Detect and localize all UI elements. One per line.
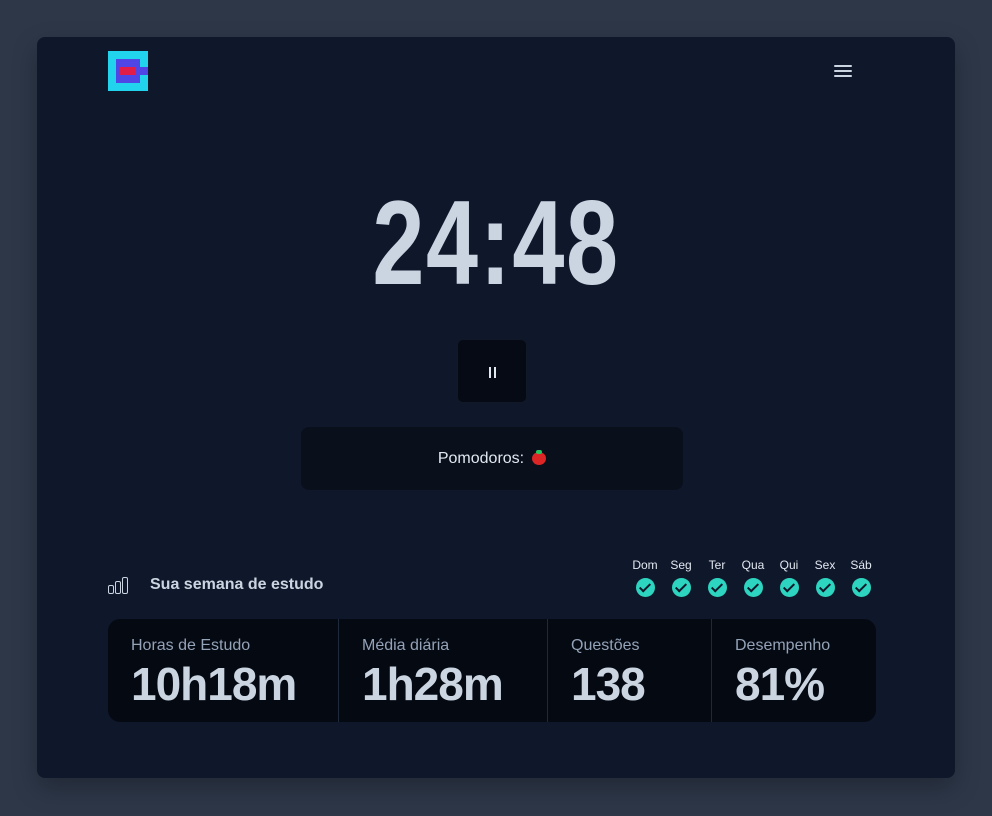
- day-sat: Sáb: [843, 557, 879, 597]
- check-circle-icon: [671, 578, 691, 597]
- day-label: Dom: [632, 558, 658, 572]
- check-circle-icon: [851, 578, 871, 597]
- stat-label: Desempenho: [735, 637, 831, 654]
- stats-panel: Horas de Estudo 10h18m Média diária 1h28…: [108, 619, 876, 722]
- pomodoro-label: Pomodoros:: [437, 449, 525, 467]
- week-header: Sua semana de estudo: [108, 573, 323, 597]
- menu-line: [834, 75, 852, 77]
- menu-line: [834, 70, 852, 72]
- pomodoro-counter: Pomodoros:: [301, 427, 683, 490]
- stat-label: Média diária: [362, 637, 450, 654]
- stat-value: 1h28m: [362, 658, 504, 710]
- day-sun: Dom: [627, 557, 663, 597]
- day-label: Qui: [779, 558, 799, 572]
- stat-value: 138: [571, 658, 646, 710]
- timer-display: 24:48: [372, 176, 620, 310]
- week-title: Sua semana de estudo: [150, 576, 324, 593]
- stat-performance: Desempenho 81%: [712, 619, 876, 722]
- day-tue: Ter: [699, 557, 735, 597]
- stat-label: Questões: [571, 637, 640, 654]
- check-circle-icon: [779, 578, 799, 597]
- day-label: Sáb: [850, 558, 872, 572]
- week-days: Dom Seg Ter Qua Qui Sex Sáb: [627, 557, 879, 597]
- stat-value: 10h18m: [131, 658, 297, 710]
- day-fri: Sex: [807, 557, 843, 597]
- day-mon: Seg: [663, 557, 699, 597]
- check-circle-icon: [635, 578, 655, 597]
- day-wed: Qua: [735, 557, 771, 597]
- check-circle-icon: [815, 578, 835, 597]
- app-card: 24:48 Pomodoros: Sua semana de estudo Do…: [37, 37, 955, 778]
- menu-line: [834, 65, 852, 67]
- app-logo-icon[interactable]: [108, 51, 148, 91]
- tomato-icon: [532, 450, 547, 465]
- hamburger-menu-icon[interactable]: [831, 61, 855, 81]
- day-label: Qua: [741, 558, 765, 572]
- stat-daily-average: Média diária 1h28m: [339, 619, 548, 722]
- bar-chart-icon: [108, 576, 130, 594]
- stat-questions: Questões 138: [548, 619, 712, 722]
- pause-button[interactable]: [457, 339, 527, 403]
- check-circle-icon: [707, 578, 727, 597]
- day-thu: Qui: [771, 557, 807, 597]
- day-label: Seg: [670, 558, 692, 572]
- logo-accent-right: [136, 67, 148, 75]
- day-label: Ter: [708, 558, 726, 572]
- day-label: Sex: [814, 558, 836, 572]
- pause-icon: [488, 367, 497, 378]
- logo-accent: [120, 67, 136, 75]
- stat-label: Horas de Estudo: [131, 637, 251, 654]
- stat-study-hours: Horas de Estudo 10h18m: [108, 619, 339, 722]
- stat-value: 81%: [735, 658, 825, 710]
- check-circle-icon: [743, 578, 763, 597]
